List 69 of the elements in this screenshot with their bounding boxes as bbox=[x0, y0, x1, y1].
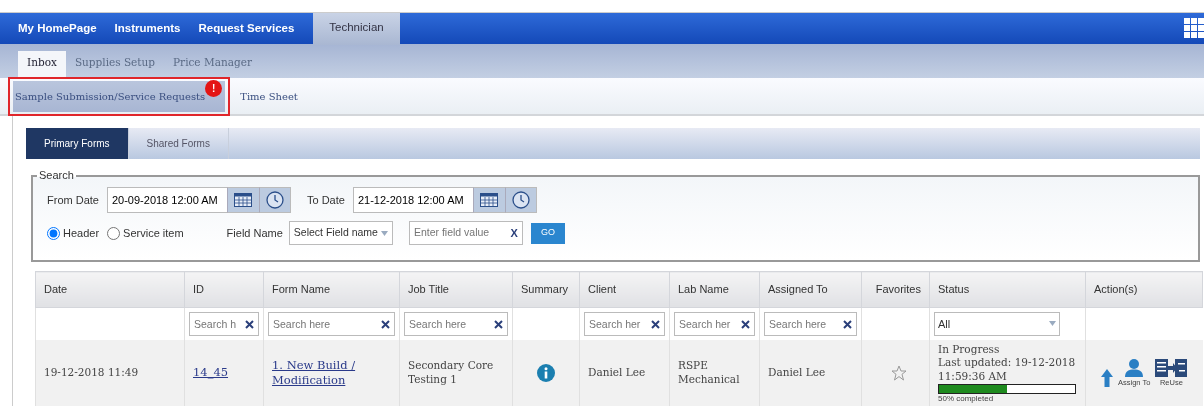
nav-tab[interactable]: Technician bbox=[313, 13, 400, 45]
close-icon[interactable] bbox=[651, 319, 660, 329]
caret-icon bbox=[1049, 321, 1056, 327]
radio-button[interactable] bbox=[47, 226, 60, 240]
close-icon[interactable] bbox=[494, 319, 503, 329]
column-header: Date bbox=[35, 271, 185, 308]
column-header: ID bbox=[184, 271, 264, 308]
select-text: All bbox=[938, 316, 951, 332]
nav-tab[interactable]: Instruments bbox=[105, 13, 190, 45]
search-legend: Search bbox=[37, 170, 76, 181]
status-text: In Progress bbox=[938, 342, 1001, 357]
clock-icon[interactable] bbox=[265, 191, 284, 209]
radio-label: Header bbox=[63, 225, 100, 241]
column-header: Action(s) bbox=[1085, 271, 1203, 308]
assignee-text: Daniel Lee bbox=[768, 365, 826, 378]
up-arrow-icon[interactable] bbox=[1100, 367, 1114, 388]
field-name-select[interactable]: Select Field name bbox=[288, 221, 393, 245]
document-arrow-icon[interactable] bbox=[1154, 357, 1189, 378]
field-label: From Date bbox=[47, 192, 99, 208]
nav-tab[interactable]: Request Services bbox=[189, 13, 304, 45]
close-icon[interactable] bbox=[843, 319, 852, 329]
clear-icon[interactable]: X bbox=[510, 224, 518, 242]
star-icon[interactable] bbox=[891, 364, 907, 381]
close-icon[interactable] bbox=[741, 319, 750, 329]
field-label: To Date bbox=[306, 192, 345, 208]
person-icon[interactable] bbox=[1124, 357, 1145, 378]
status-filter-select[interactable]: All bbox=[934, 311, 1060, 336]
filter-field[interactable]: Search here bbox=[268, 311, 395, 336]
filter-field[interactable]: Search her bbox=[584, 311, 665, 336]
go-button[interactable]: GO bbox=[530, 222, 565, 244]
filter-field[interactable]: Search her bbox=[674, 311, 755, 336]
date-field[interactable]: 20-09-2018 12:00 AM bbox=[106, 187, 227, 213]
date-text: 19-12-2018 11:49 bbox=[44, 365, 139, 378]
column-header: Client bbox=[579, 271, 670, 308]
field-label: Field Name bbox=[226, 225, 283, 241]
last-updated-text: Last updated: 19-12-2018 11:59:36 AM bbox=[938, 356, 1077, 384]
form-tab[interactable]: Shared Forms bbox=[128, 128, 229, 159]
select-text: Select Field name bbox=[293, 225, 378, 241]
client-text: Daniel Lee bbox=[588, 365, 646, 378]
nav-tab[interactable]: Inbox bbox=[18, 51, 66, 78]
form-tab[interactable]: Primary Forms bbox=[26, 128, 129, 159]
column-header: Form Name bbox=[263, 271, 400, 308]
calendar-icon[interactable] bbox=[480, 193, 499, 207]
calendar-icon[interactable] bbox=[234, 193, 253, 207]
date-field[interactable]: 21-12-2018 12:00 AM bbox=[352, 187, 473, 213]
radio-button[interactable] bbox=[107, 226, 121, 240]
id-link[interactable]: 14_45 bbox=[193, 365, 229, 380]
close-icon[interactable] bbox=[381, 319, 390, 329]
filter-field[interactable]: Search h bbox=[189, 311, 259, 336]
filter-field[interactable]: Search here bbox=[764, 311, 857, 336]
clock-icon[interactable] bbox=[511, 191, 530, 209]
section-tab[interactable]: Time Sheet bbox=[232, 80, 318, 112]
caret-icon bbox=[380, 230, 388, 236]
info-icon[interactable] bbox=[537, 363, 555, 382]
lab-name-text: RSPE Mechanical bbox=[678, 358, 740, 385]
column-header: Lab Name bbox=[669, 271, 760, 308]
apps-grid-icon[interactable] bbox=[1184, 18, 1204, 38]
column-header: Favorites bbox=[861, 271, 930, 308]
column-header: Assigned To bbox=[759, 271, 862, 308]
field-value-input[interactable]: Enter field value X bbox=[408, 221, 523, 245]
close-icon[interactable] bbox=[245, 319, 254, 329]
column-header: Summary bbox=[512, 271, 580, 308]
column-header: Job Title bbox=[399, 271, 513, 308]
column-header: Status bbox=[929, 271, 1086, 308]
progress-text: 50% completed bbox=[938, 393, 995, 405]
filter-field[interactable]: Search here bbox=[404, 311, 508, 336]
job-title-text: Secondary Core Testing 1 bbox=[408, 358, 494, 385]
radio-label: Service item bbox=[123, 225, 184, 241]
nav-tab[interactable]: My HomePage bbox=[9, 13, 106, 45]
